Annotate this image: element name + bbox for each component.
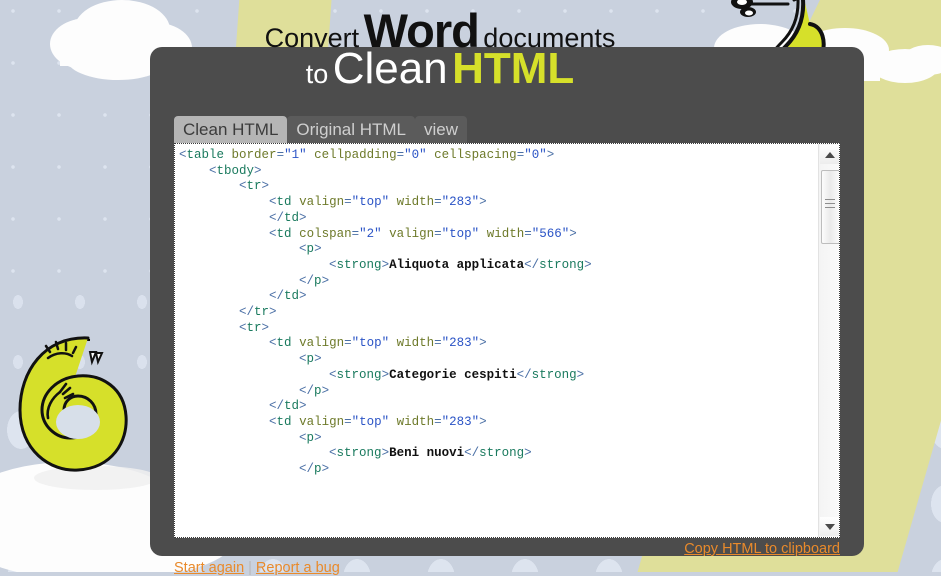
vertical-scrollbar[interactable] <box>818 144 839 537</box>
triangle-down-icon <box>824 523 835 530</box>
tab-original-html[interactable]: Original HTML <box>287 116 416 143</box>
page-headline: Convert Word documents to Clean HTML <box>0 0 941 100</box>
start-again-link[interactable]: Start again <box>174 560 244 576</box>
scrollbar-thumb[interactable] <box>821 170 839 244</box>
worm-six-mascot <box>18 336 128 472</box>
converter-panel: Clean HTML Original HTML view <table bor… <box>150 47 864 576</box>
headline-html-emphasis: HTML <box>452 44 575 93</box>
scroll-up-button[interactable] <box>820 145 839 164</box>
tab-bar: Clean HTML Original HTML view <box>174 116 468 143</box>
report-a-bug-link[interactable]: Report a bug <box>256 560 340 576</box>
triangle-up-icon <box>824 151 835 158</box>
html-source-code: <table border="1" cellpadding="0" cellsp… <box>179 148 592 477</box>
tab-view[interactable]: view <box>415 116 468 143</box>
code-scroll-area[interactable]: <table border="1" cellpadding="0" cellsp… <box>175 144 818 537</box>
code-viewer[interactable]: <table border="1" cellpadding="0" cellsp… <box>174 143 840 538</box>
footer-separator: | <box>248 560 252 576</box>
scroll-down-button[interactable] <box>820 517 839 536</box>
headline-line-2: to Clean HTML <box>160 44 720 94</box>
scrollbar-grip-icon <box>825 199 835 208</box>
footer-links: Start again | Report a bug <box>174 560 340 576</box>
copy-html-to-clipboard-link[interactable]: Copy HTML to clipboard <box>684 541 840 557</box>
headline-to-word: to <box>305 59 329 89</box>
headline-clean-word: Clean <box>332 44 448 93</box>
tab-clean-html[interactable]: Clean HTML <box>174 116 288 143</box>
